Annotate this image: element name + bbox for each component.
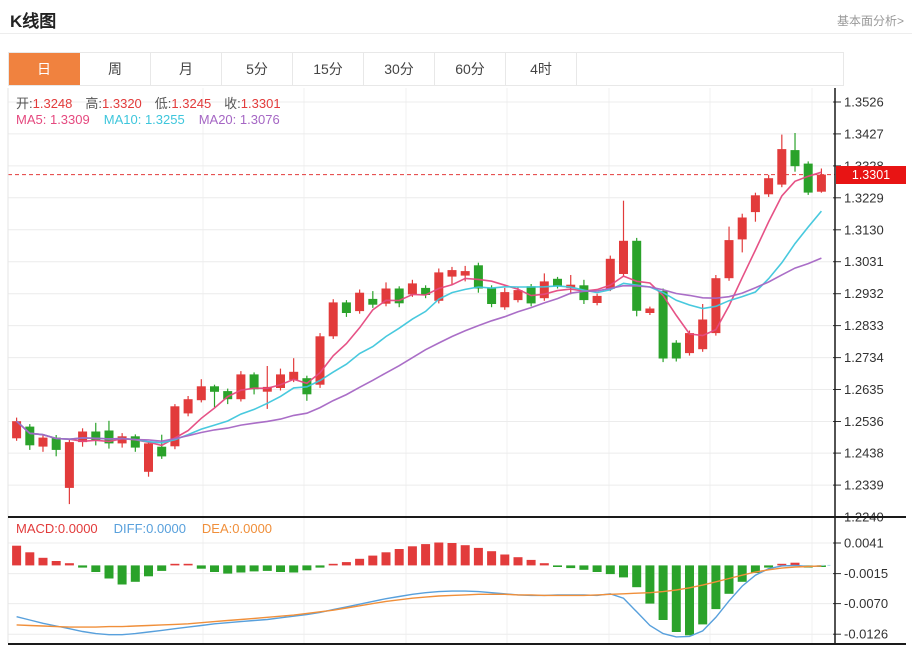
svg-text:-0.0015: -0.0015 <box>844 566 888 581</box>
high-value: 1.3320 <box>102 96 142 111</box>
svg-text:1.3526: 1.3526 <box>844 95 884 110</box>
open-label: 开: <box>16 96 33 111</box>
svg-text:1.2635: 1.2635 <box>844 382 884 397</box>
svg-text:1.3031: 1.3031 <box>844 254 884 269</box>
svg-text:0.0041: 0.0041 <box>844 536 884 551</box>
ma10-value: 1.3255 <box>145 112 185 127</box>
diff-value: 0.0000 <box>146 521 186 536</box>
low-label: 低: <box>155 96 172 111</box>
svg-text:1.3130: 1.3130 <box>844 222 884 237</box>
high-label: 高: <box>85 96 102 111</box>
ohlc-legend: 开:1.3248 高:1.3320 低:1.3245 收:1.3301 <box>16 93 294 112</box>
open-value: 1.3248 <box>33 96 73 111</box>
close-label: 收: <box>224 96 241 111</box>
svg-text:1.3229: 1.3229 <box>844 190 884 205</box>
svg-text:1.2932: 1.2932 <box>844 286 884 301</box>
ma20-value: 1.3076 <box>240 112 280 127</box>
ma20-label: MA20: <box>199 112 237 127</box>
macd-legend: MACD:0.0000DIFF:0.0000DEA:0.0000 <box>16 521 272 536</box>
close-value: 1.3301 <box>241 96 281 111</box>
svg-text:1.3427: 1.3427 <box>844 126 884 141</box>
macd-label: MACD: <box>16 521 58 536</box>
svg-text:-0.0070: -0.0070 <box>844 596 888 611</box>
ma10-label: MA10: <box>104 112 142 127</box>
dea-value: 0.0000 <box>232 521 272 536</box>
diff-label: DIFF: <box>114 521 147 536</box>
ma5-label: MA5: <box>16 112 46 127</box>
ma-legend: MA5: 1.3309 MA10: 1.3255 MA20: 1.3076 <box>16 112 280 127</box>
svg-text:1.2339: 1.2339 <box>844 478 884 493</box>
svg-text:1.2734: 1.2734 <box>844 350 884 365</box>
macd-value: 0.0000 <box>58 521 98 536</box>
ma5-value: 1.3309 <box>50 112 90 127</box>
low-value: 1.3245 <box>171 96 211 111</box>
svg-text:1.2833: 1.2833 <box>844 318 884 333</box>
current-price-tag: 1.3301 <box>836 166 906 184</box>
dea-label: DEA: <box>202 521 232 536</box>
svg-text:1.2536: 1.2536 <box>844 414 884 429</box>
kline-page: { "header": { "title": "K线图", "link": "基… <box>0 0 912 648</box>
svg-text:1.2438: 1.2438 <box>844 446 884 461</box>
svg-text:-0.0126: -0.0126 <box>844 627 888 642</box>
